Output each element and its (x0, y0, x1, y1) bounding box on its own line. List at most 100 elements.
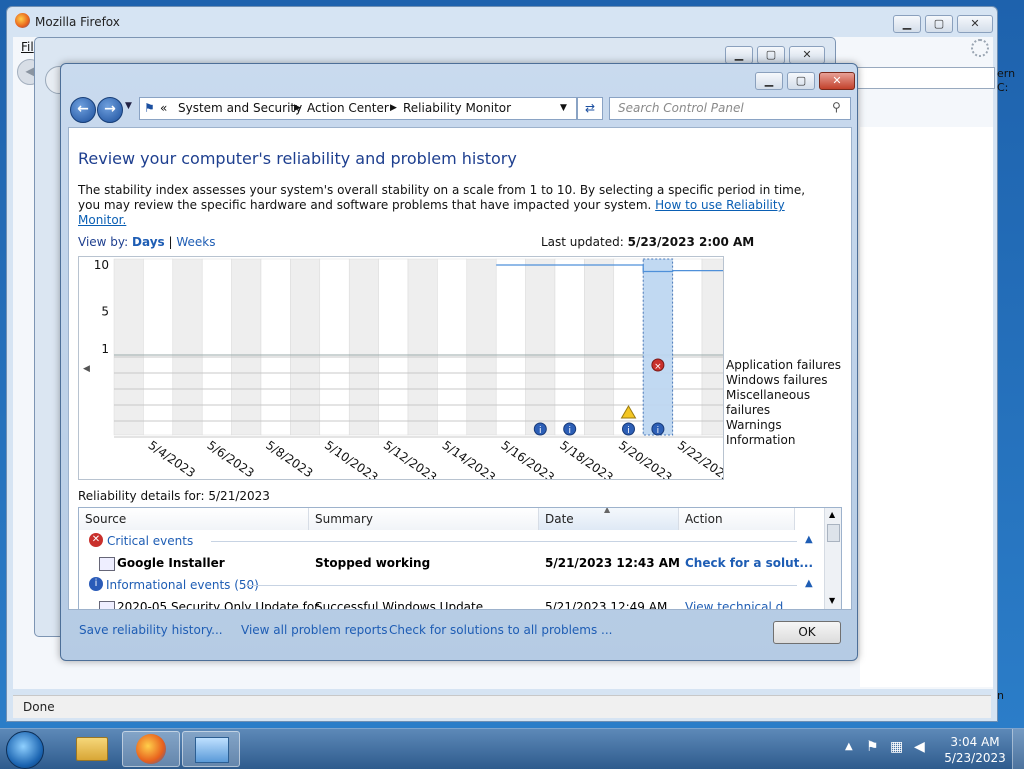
firefox-title: Mozilla Firefox (35, 15, 120, 29)
chart-day-column (172, 258, 203, 436)
recent-pages-icon[interactable]: ▼ (125, 101, 132, 111)
ok-button[interactable]: OK (773, 621, 841, 644)
scroll-down-icon[interactable]: ▼ (829, 596, 835, 605)
row-action-link[interactable]: View technical d... (685, 600, 795, 609)
content-pane: Review your computer's reliability and p… (68, 127, 852, 610)
search-icon[interactable]: ⚲ (832, 100, 841, 114)
status-text: Done (23, 700, 55, 714)
network-icon[interactable]: ▦ (890, 739, 903, 755)
chart-legend: Application failures Windows failures Mi… (726, 358, 851, 448)
scroll-up-icon[interactable]: ▲ (829, 510, 835, 519)
chart-day-column (495, 258, 526, 436)
chart-day-column (348, 258, 379, 436)
check-solutions-link[interactable]: Check for solutions to all problems ... (389, 623, 613, 637)
address-bar[interactable]: ⚑ « System and Security ▶ Action Center … (139, 97, 577, 120)
search-control-panel[interactable]: Search Control Panel ⚲ (609, 97, 851, 120)
start-button[interactable] (6, 731, 44, 769)
breadcrumb-reliability-monitor[interactable]: Reliability Monitor (403, 101, 511, 115)
breadcrumb-system-security[interactable]: System and Security (178, 101, 302, 115)
table-row[interactable]: Google Installer Stopped working 5/21/20… (79, 552, 823, 574)
collapse-icon[interactable]: ▲ (805, 578, 813, 589)
close-button[interactable]: ✕ (957, 15, 993, 33)
group-informational-events[interactable]: i Informational events (50) ▲ (79, 574, 823, 596)
forward-button[interactable]: → (97, 97, 123, 123)
view-problem-reports-link[interactable]: View all problem reports (241, 623, 388, 637)
view-by: View by: Days | Weeks (78, 235, 216, 249)
flag-icon: ⚑ (144, 101, 155, 115)
back-minimize-button[interactable]: ▁ (725, 46, 753, 64)
view-separator: | (168, 235, 173, 249)
group-critical-events[interactable]: ✕ Critical events ▲ (79, 530, 823, 552)
collapse-icon[interactable]: ▲ (805, 534, 813, 545)
clock-date: 5/23/2023 (944, 751, 1006, 765)
volume-muted-icon[interactable]: ◀ (914, 739, 925, 755)
group-divider (245, 585, 797, 586)
save-history-link[interactable]: Save reliability history... (79, 623, 223, 637)
reliability-chart[interactable]: 10 5 1 × i i i i 5/4/2023 5/6/2023 5/8/2023 5/10/20… (78, 256, 733, 485)
action-center-flag-icon[interactable]: ⚑ (866, 739, 879, 755)
table-scrollbar[interactable]: ▲ ▼ (824, 508, 841, 609)
breadcrumb-separator-icon[interactable]: ▶ (294, 103, 301, 113)
clock-time: 3:04 AM (950, 735, 1000, 749)
legend-miscellaneous-failures: Miscellaneous failures (726, 388, 811, 417)
row-source: 2020-05 Security Only Update for .... (117, 600, 339, 610)
chart-day-column (466, 258, 497, 436)
address-dropdown-icon[interactable]: ▼ (560, 103, 567, 113)
info-icon: i (89, 577, 103, 591)
details-label: Reliability details for: 5/21/2023 (78, 489, 270, 503)
taskbar-control-panel[interactable] (182, 731, 240, 767)
legend-warnings: Warnings (726, 418, 782, 432)
minimize-button[interactable]: ▁ (893, 15, 921, 33)
x-tick-label: 5/22/2023 (675, 438, 723, 479)
clock[interactable]: 3:04 AM 5/23/2023 (940, 734, 1010, 766)
description: The stability index assesses your system… (78, 183, 818, 228)
column-summary[interactable]: Summary (309, 508, 539, 530)
back-close-button[interactable]: ✕ (789, 46, 825, 64)
y-tick-label: 5 (101, 305, 109, 319)
back-maximize-button[interactable]: ▢ (757, 46, 785, 64)
table-row[interactable]: 2020-05 Security Only Update for .... Su… (79, 596, 823, 610)
row-date: 5/21/2023 12:43 AM (545, 556, 680, 570)
details-table: Source Summary Date ▲ Action ✕ Critical … (78, 507, 842, 610)
x-tick-label: 5/10/2023 (322, 438, 380, 479)
edge-text-3: n (997, 689, 1004, 702)
search-bar[interactable] (848, 67, 995, 89)
legend-information: Information (726, 433, 796, 447)
rm-minimize-button[interactable]: ▁ (755, 72, 783, 90)
refresh-icon[interactable]: ⇄ (577, 97, 603, 120)
back-button[interactable]: ← (70, 97, 96, 123)
taskbar-explorer[interactable] (62, 731, 118, 765)
search-placeholder: Search Control Panel (618, 101, 744, 115)
last-updated-label: Last updated: (541, 235, 624, 249)
breadcrumb-overflow[interactable]: « (160, 101, 167, 115)
column-source[interactable]: Source (79, 508, 309, 530)
navigation-bar: ← → ▼ ⚑ « System and Security ▶ Action C… (61, 92, 857, 126)
show-hidden-icons[interactable]: ▲ (845, 741, 853, 752)
menu-file[interactable]: Fil (21, 40, 34, 54)
sort-ascending-icon: ▲ (604, 507, 611, 514)
chart-day-column (701, 258, 732, 436)
view-days-link[interactable]: Days (132, 235, 165, 249)
rm-close-button[interactable]: ✕ (819, 72, 855, 90)
show-desktop-button[interactable] (1012, 729, 1024, 769)
row-date: 5/21/2023 12:49 AM (545, 600, 668, 610)
view-weeks-link[interactable]: Weeks (176, 235, 215, 249)
legend-windows-failures: Windows failures (726, 373, 828, 387)
row-source: Google Installer (117, 556, 225, 570)
control-panel-icon (195, 737, 229, 763)
last-updated-value: 5/23/2023 2:00 AM (627, 235, 755, 249)
chart-day-column (260, 258, 291, 436)
scroll-thumb[interactable] (827, 524, 840, 542)
chart-day-column (525, 258, 556, 436)
breadcrumb-action-center[interactable]: Action Center (307, 101, 389, 115)
chart-day-column (143, 258, 174, 436)
rm-maximize-button[interactable]: ▢ (787, 72, 815, 90)
selected-day-highlight (642, 258, 674, 436)
maximize-button[interactable]: ▢ (925, 15, 953, 33)
breadcrumb-separator-icon[interactable]: ▶ (390, 103, 397, 113)
row-action-link[interactable]: Check for a solut... (685, 556, 813, 570)
column-action[interactable]: Action (679, 508, 795, 530)
chart-day-column (231, 258, 262, 436)
row-summary: Stopped working (315, 556, 431, 570)
taskbar-firefox[interactable] (122, 731, 180, 767)
